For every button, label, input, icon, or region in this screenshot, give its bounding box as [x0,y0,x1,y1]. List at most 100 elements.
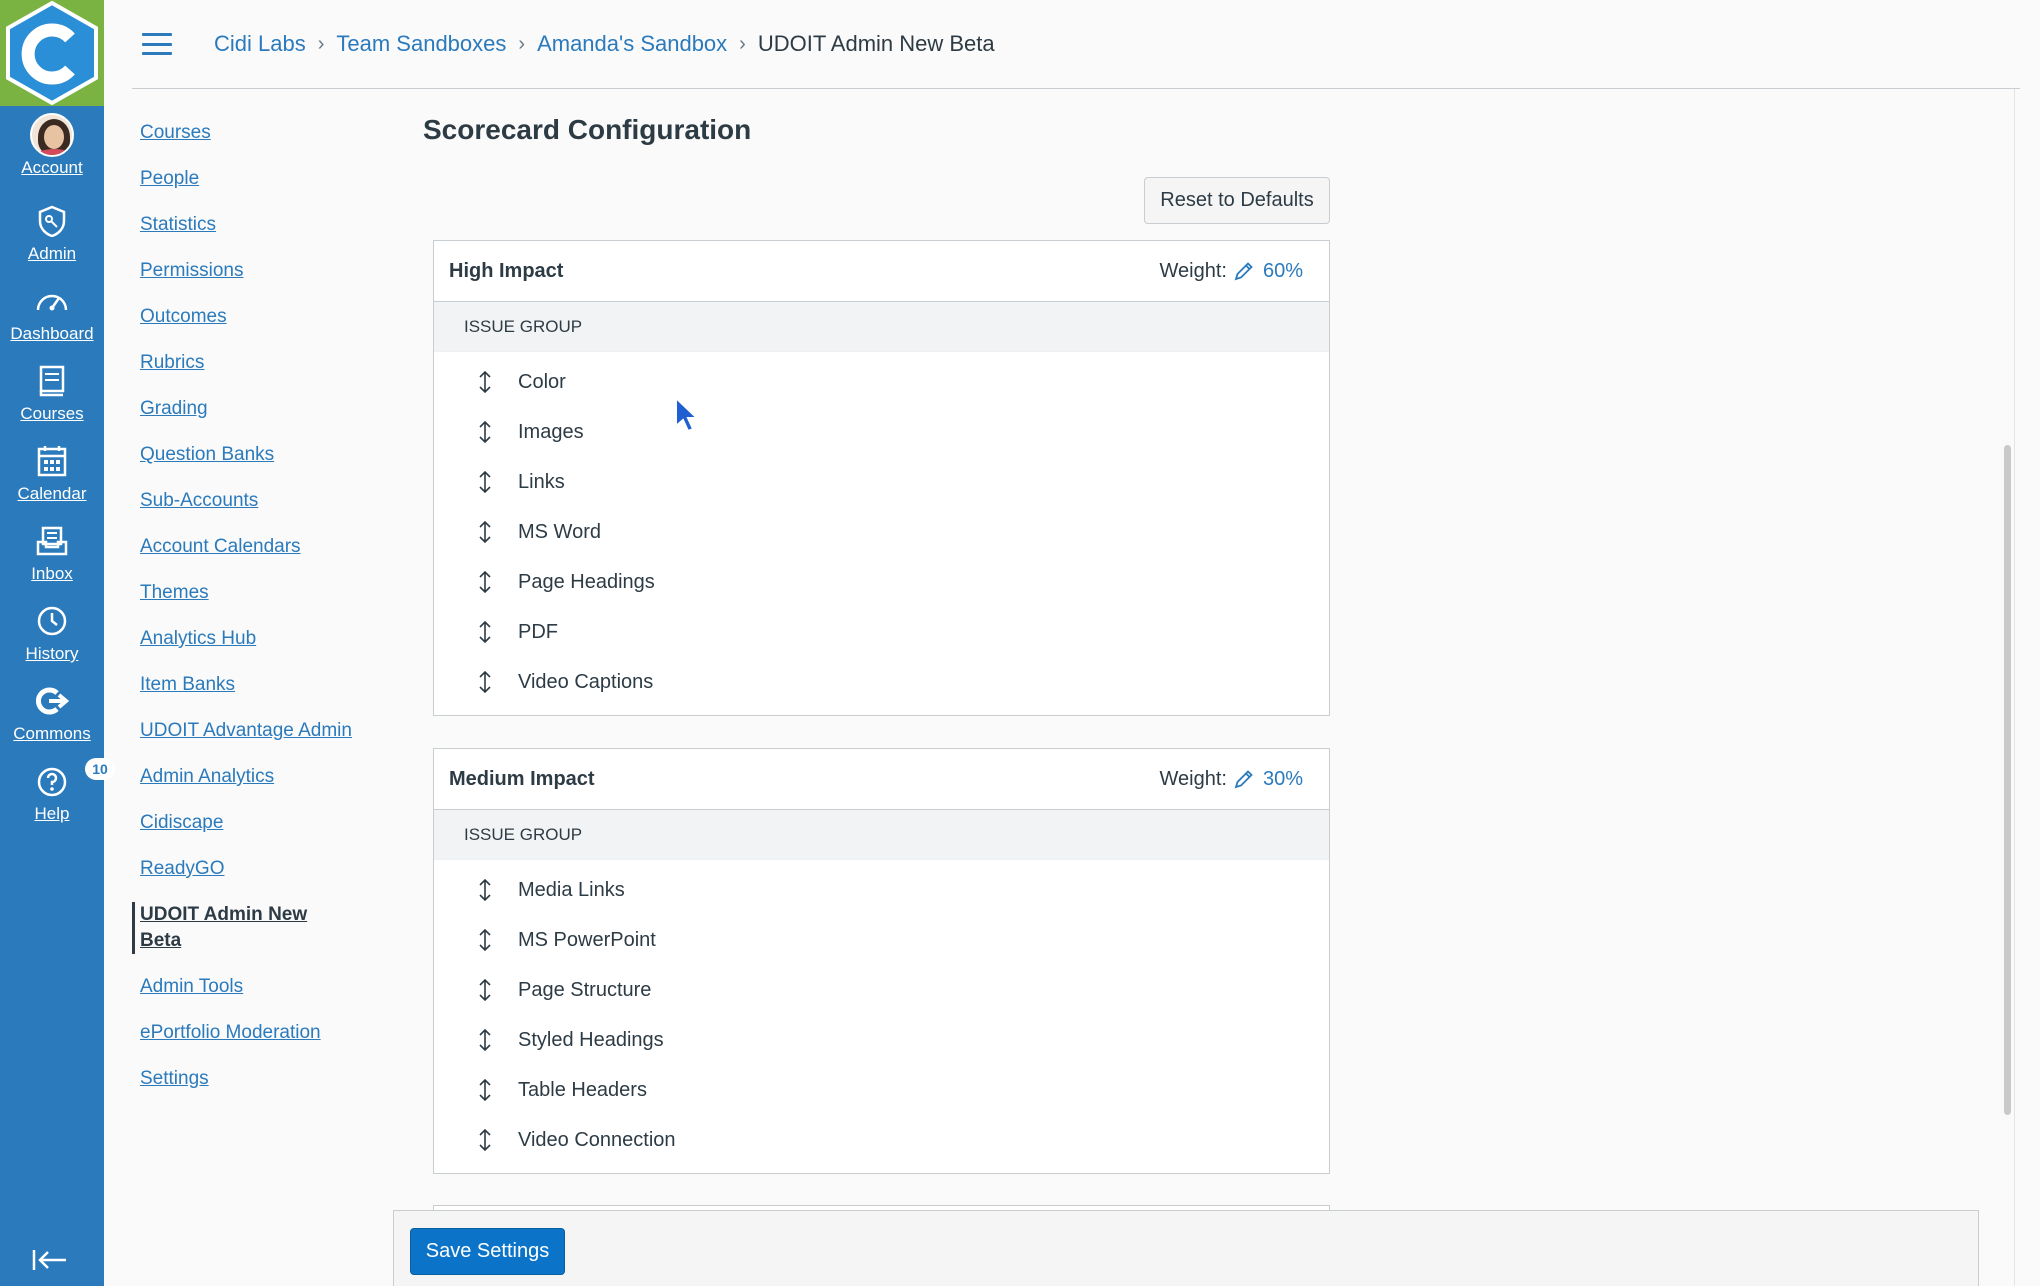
scrollbar-thumb[interactable] [2004,445,2011,1115]
form-actions-bar: Save Settings [393,1210,1979,1286]
gnav-calendar[interactable]: Calendar [0,438,104,518]
hamburger-menu-icon[interactable] [142,33,172,55]
subnav-item-sub-accounts[interactable]: Sub-Accounts [140,488,352,514]
breadcrumb-current: UDOIT Admin New Beta [757,31,995,56]
clock-icon [36,598,68,644]
gnav-commons[interactable]: Commons [0,678,104,758]
issue-group-row[interactable]: PDF [434,607,1329,657]
subnav-item-udoit-admin-new-beta[interactable]: UDOIT Admin New Beta [132,902,352,954]
issue-group-row[interactable]: MS PowerPoint [434,915,1329,965]
canvas-logo-icon [6,0,98,106]
subnav-item-outcomes[interactable]: Outcomes [140,304,352,330]
subnav-item-cidiscape[interactable]: Cidiscape [140,810,352,836]
issue-group-row[interactable]: Video Connection [434,1115,1329,1165]
inbox-icon [36,518,68,564]
issue-group-row[interactable]: Video Captions [434,657,1329,707]
pencil-icon[interactable] [1233,260,1255,282]
panel-header: High Impact Weight: 60% [434,241,1329,302]
drag-handle-icon[interactable] [474,670,496,694]
subnav-item-statistics[interactable]: Statistics [140,212,352,238]
issue-group-row[interactable]: Table Headers [434,1065,1329,1115]
drag-handle-icon[interactable] [474,370,496,394]
drag-handle-icon[interactable] [474,1128,496,1152]
canvas-logo[interactable] [0,0,104,106]
drag-handle-icon[interactable] [474,470,496,494]
issue-group-label: PDF [518,620,558,643]
drag-handle-icon[interactable] [474,928,496,952]
breadcrumb-link[interactable]: Cidi Labs [214,31,306,57]
gnav-label: Courses [20,404,84,423]
subnav-item-item-banks[interactable]: Item Banks [140,672,352,698]
issue-group-row[interactable]: Media Links [434,865,1329,915]
issue-group-label: Page Headings [518,570,655,593]
commons-icon [35,678,69,724]
reset-to-defaults-button[interactable]: Reset to Defaults [1144,177,1330,224]
gnav-account[interactable]: Account [0,112,104,192]
panel-title: Medium Impact [449,767,595,790]
subnav-item-account-calendars[interactable]: Account Calendars [140,534,352,560]
subnav-item-courses[interactable]: Courses [140,120,352,146]
breadcrumb-link[interactable]: Team Sandboxes [336,31,506,57]
subnav-item-rubrics[interactable]: Rubrics [140,350,352,376]
gnav-label: Calendar [17,484,87,503]
subnav-item-grading[interactable]: Grading [140,396,352,422]
pencil-icon[interactable] [1233,768,1255,790]
drag-handle-icon[interactable] [474,420,496,444]
gnav-history[interactable]: History [0,598,104,678]
subnav-item-admin-tools[interactable]: Admin Tools [140,974,352,1000]
drag-handle-icon[interactable] [474,1078,496,1102]
subnav-item-udoit-advantage-admin[interactable]: UDOIT Advantage Admin [140,718,352,744]
gnav-label: Account [21,158,83,177]
calendar-icon [37,438,67,484]
issue-group-row[interactable]: Images [434,407,1329,457]
weight-label: Weight: [1159,767,1227,790]
collapse-nav-icon[interactable] [30,1248,70,1277]
gnav-help[interactable]: 10 Help [0,758,115,838]
drag-handle-icon[interactable] [474,978,496,1002]
subnav-item-eportfolio-moderation[interactable]: ePortfolio Moderation [140,1020,352,1046]
drag-handle-icon[interactable] [474,620,496,644]
weight-value[interactable]: 60% [1263,260,1303,283]
gnav-dashboard[interactable]: Dashboard [0,278,104,358]
chevron-right-icon: › [518,32,526,55]
issue-group-label: Table Headers [518,1078,647,1101]
subnav-item-people[interactable]: People [140,166,352,192]
issue-group-label: Color [518,370,566,393]
gnav-courses[interactable]: Courses [0,358,104,438]
issue-group-row[interactable]: Page Headings [434,557,1329,607]
issue-group-row[interactable]: Page Structure [434,965,1329,1015]
issue-group-row[interactable]: MS Word [434,507,1329,557]
subnav-item-themes[interactable]: Themes [140,580,352,606]
issue-group-label: Images [518,420,584,443]
global-nav: Account Admin Dashboard Courses Calendar… [0,0,115,1286]
drag-handle-icon[interactable] [474,1028,496,1052]
breadcrumb-link[interactable]: Amanda's Sandbox [537,31,727,57]
subnav-item-permissions[interactable]: Permissions [140,258,352,284]
subnav-item-settings[interactable]: Settings [140,1066,352,1092]
subnav-item-analytics-hub[interactable]: Analytics Hub [140,626,352,652]
issue-group-row[interactable]: Styled Headings [434,1015,1329,1065]
save-settings-button[interactable]: Save Settings [410,1228,565,1275]
drag-handle-icon[interactable] [474,520,496,544]
weight-value[interactable]: 30% [1263,768,1303,791]
issue-group-label: MS Word [518,520,601,543]
mouse-cursor-icon [675,396,700,433]
issue-group-label: Video Connection [518,1128,676,1151]
help-icon: 10 [35,758,115,804]
weight: Weight: 30% [1160,768,1303,791]
issue-group-row[interactable]: Color [434,357,1329,407]
issue-group-row[interactable]: Links [434,457,1329,507]
gnav-admin[interactable]: Admin [0,198,104,278]
gnav-inbox[interactable]: Inbox [0,518,104,598]
issue-group-header: ISSUE GROUP [434,302,1329,352]
account-subnav: Courses People Statistics Permissions Ou… [132,120,352,1112]
subnav-item-question-banks[interactable]: Question Banks [140,442,352,468]
gnav-label: Commons [13,724,91,743]
subnav-item-admin-analytics[interactable]: Admin Analytics [140,764,352,790]
panel-header: Medium Impact Weight: 30% [434,749,1329,810]
shield-icon [37,198,67,244]
drag-handle-icon[interactable] [474,570,496,594]
subnav-item-readygo[interactable]: ReadyGO [140,856,352,882]
page-header: Cidi Labs › Team Sandboxes › Amanda's Sa… [132,0,2020,89]
drag-handle-icon[interactable] [474,878,496,902]
